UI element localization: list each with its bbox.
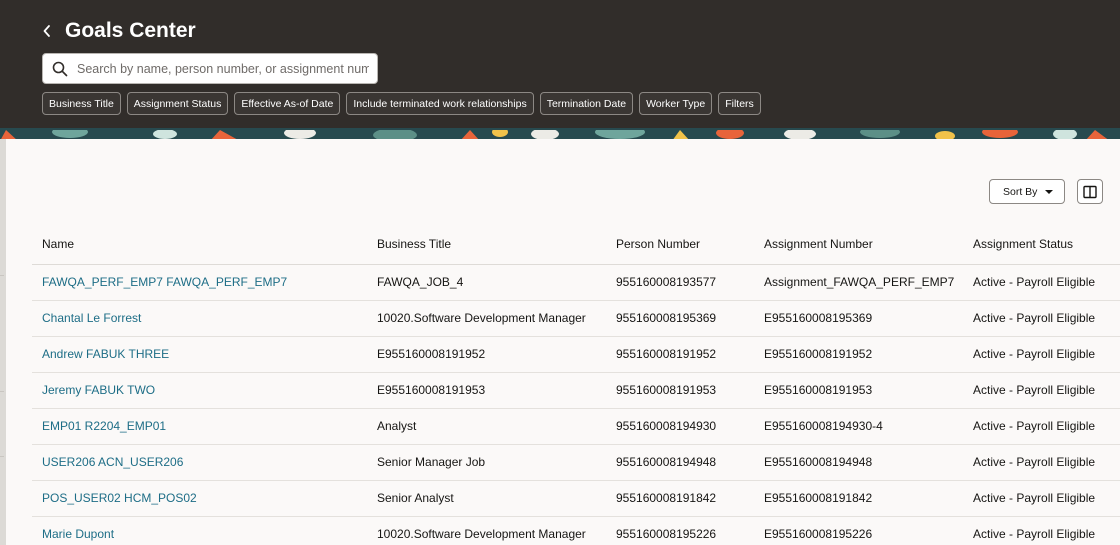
column-header-business-title[interactable]: Business Title <box>367 225 606 265</box>
assignment-status-cell: Active - Payroll Eligible <box>963 264 1120 301</box>
table-row[interactable]: Jeremy FABUK TWO E955160008191953 955160… <box>32 372 1120 409</box>
assignment-number-cell: E955160008191952 <box>754 336 963 373</box>
workers-table: Name Business Title Person Number Assign… <box>32 225 1120 545</box>
main-content: Sort By Name Business Title Person Numbe… <box>6 139 1120 545</box>
columns-button[interactable] <box>1077 179 1103 204</box>
back-button[interactable] <box>38 20 56 42</box>
chip-business-title[interactable]: Business Title <box>42 92 121 115</box>
worker-name-link[interactable]: Andrew FABUK THREE <box>42 347 169 361</box>
decorative-banner <box>0 128 1120 139</box>
chip-include-terminated[interactable]: Include terminated work relationships <box>346 92 534 115</box>
sort-by-button[interactable]: Sort By <box>989 179 1065 204</box>
assignment-number-cell: E955160008195369 <box>754 300 963 337</box>
assignment-status-cell: Active - Payroll Eligible <box>963 444 1120 481</box>
table-row[interactable]: FAWQA_PERF_EMP7 FAWQA_PERF_EMP7 FAWQA_JO… <box>32 264 1120 301</box>
table-row[interactable]: Andrew FABUK THREE E955160008191952 9551… <box>32 336 1120 373</box>
chevron-left-icon <box>43 25 50 37</box>
column-header-assignment-status[interactable]: Assignment Status <box>963 225 1120 265</box>
column-header-person-number[interactable]: Person Number <box>606 225 754 265</box>
column-header-assignment-number[interactable]: Assignment Number <box>754 225 963 265</box>
filter-chips: Business Title Assignment Status Effecti… <box>42 92 761 115</box>
assignment-number-cell: E955160008194930-4 <box>754 408 963 445</box>
worker-name-link[interactable]: POS_USER02 HCM_POS02 <box>42 491 197 505</box>
chip-termination-date[interactable]: Termination Date <box>539 92 634 115</box>
business-title-cell: Senior Analyst <box>367 480 606 517</box>
caret-down-icon <box>1045 190 1053 194</box>
worker-name-link[interactable]: FAWQA_PERF_EMP7 FAWQA_PERF_EMP7 <box>42 275 287 289</box>
business-title-cell: E955160008191953 <box>367 372 606 409</box>
person-number-cell: 955160008191953 <box>606 372 754 409</box>
columns-icon <box>1083 185 1097 198</box>
business-title-cell: E955160008191952 <box>367 336 606 373</box>
assignment-number-cell: Assignment_FAWQA_PERF_EMP7 <box>754 264 963 301</box>
person-number-cell: 955160008195226 <box>606 516 754 545</box>
person-number-cell: 955160008191952 <box>606 336 754 373</box>
person-number-cell: 955160008193577 <box>606 264 754 301</box>
table-row[interactable]: POS_USER02 HCM_POS02 Senior Analyst 9551… <box>32 480 1120 517</box>
assignment-number-cell: E955160008191953 <box>754 372 963 409</box>
chip-filters[interactable]: Filters <box>718 92 761 115</box>
person-number-cell: 955160008195369 <box>606 300 754 337</box>
sort-by-label: Sort By <box>1003 185 1038 198</box>
search-box[interactable] <box>42 53 378 84</box>
table-header-row: Name Business Title Person Number Assign… <box>32 225 1120 265</box>
chip-effective-as-of-date[interactable]: Effective As-of Date <box>234 92 341 115</box>
table-row[interactable]: EMP01 R2204_EMP01 Analyst 95516000819493… <box>32 408 1120 445</box>
worker-name-link[interactable]: Jeremy FABUK TWO <box>42 383 155 397</box>
chip-assignment-status[interactable]: Assignment Status <box>126 92 229 115</box>
search-input[interactable] <box>77 61 369 76</box>
table-row[interactable]: USER206 ACN_USER206 Senior Manager Job 9… <box>32 444 1120 481</box>
business-title-cell: Analyst <box>367 408 606 445</box>
business-title-cell: 10020.Software Development Manager <box>367 516 606 545</box>
worker-name-link[interactable]: EMP01 R2204_EMP01 <box>42 419 166 433</box>
assignment-status-cell: Active - Payroll Eligible <box>963 480 1120 517</box>
business-title-cell: FAWQA_JOB_4 <box>367 264 606 301</box>
assignment-number-cell: E955160008191842 <box>754 480 963 517</box>
assignment-status-cell: Active - Payroll Eligible <box>963 516 1120 545</box>
assignment-status-cell: Active - Payroll Eligible <box>963 372 1120 409</box>
assignment-status-cell: Active - Payroll Eligible <box>963 408 1120 445</box>
worker-name-link[interactable]: USER206 ACN_USER206 <box>42 455 183 469</box>
table-row[interactable]: Marie Dupont 10020.Software Development … <box>32 516 1120 545</box>
column-header-name[interactable]: Name <box>32 225 367 265</box>
assignment-number-cell: E955160008195226 <box>754 516 963 545</box>
search-icon <box>43 61 77 77</box>
chip-worker-type[interactable]: Worker Type <box>639 92 713 115</box>
assignment-status-cell: Active - Payroll Eligible <box>963 300 1120 337</box>
page-header: Goals Center Business Title Assignment S… <box>0 0 1120 130</box>
business-title-cell: Senior Manager Job <box>367 444 606 481</box>
person-number-cell: 955160008194948 <box>606 444 754 481</box>
assignment-number-cell: E955160008194948 <box>754 444 963 481</box>
assignment-status-cell: Active - Payroll Eligible <box>963 336 1120 373</box>
worker-name-link[interactable]: Chantal Le Forrest <box>42 311 141 325</box>
person-number-cell: 955160008191842 <box>606 480 754 517</box>
worker-name-link[interactable]: Marie Dupont <box>42 527 114 541</box>
table-row[interactable]: Chantal Le Forrest 10020.Software Develo… <box>32 300 1120 337</box>
business-title-cell: 10020.Software Development Manager <box>367 300 606 337</box>
page-title: Goals Center <box>65 19 196 42</box>
person-number-cell: 955160008194930 <box>606 408 754 445</box>
